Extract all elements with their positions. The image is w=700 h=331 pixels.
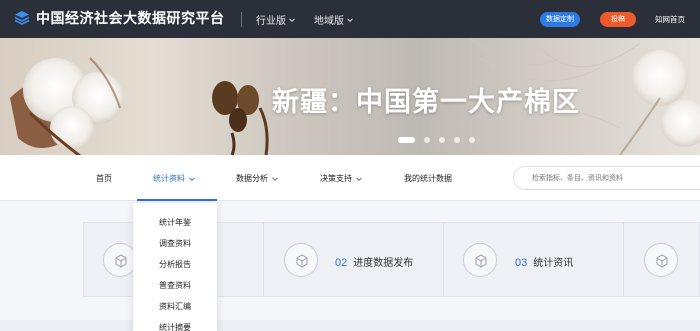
card-statistics-news[interactable]: 03 统计资讯: [515, 254, 573, 269]
dropdown-item-abstract[interactable]: 统计摘要: [133, 322, 217, 331]
header-divider: [241, 12, 242, 27]
cube-icon: [475, 254, 487, 268]
dropdown-item-report[interactable]: 分析报告: [133, 259, 217, 270]
active-nav-underline: [137, 199, 217, 201]
dropdown-item-census[interactable]: 普查资料: [133, 280, 217, 291]
cnki-home-link[interactable]: 知网首页: [655, 14, 685, 25]
nav-region-label: 地域版: [314, 16, 344, 27]
nav-data-analysis[interactable]: 数据分析: [236, 173, 278, 184]
nav-statistics[interactable]: 统计资料: [153, 173, 195, 184]
carousel-dot-3[interactable]: [439, 137, 445, 143]
nav-home-label: 首页: [96, 174, 112, 183]
card-icon-4: [644, 243, 678, 277]
card-divider: [443, 222, 444, 297]
site-title: 中国经济社会大数据研究平台: [36, 10, 225, 26]
top-bar: 中国经济社会大数据研究平台 行业版 地域版 数据定制 投稿 知网首页: [0, 0, 700, 38]
cube-icon: [656, 254, 668, 268]
layers-logo-icon: [14, 11, 30, 25]
dropdown-item-compilation[interactable]: 资料汇编: [133, 301, 217, 312]
carousel-dot-1[interactable]: [398, 137, 415, 143]
chevron-down-icon: [347, 17, 353, 22]
search-input[interactable]: [513, 166, 700, 190]
nav-region-edition[interactable]: 地域版: [314, 12, 353, 27]
data-custom-button[interactable]: 数据定制: [540, 12, 580, 27]
hero-banner[interactable]: 新疆：中国第一大产棉区: [0, 38, 700, 155]
card-divider: [263, 222, 264, 297]
dropdown-item-survey[interactable]: 调查资料: [133, 238, 217, 249]
card-progress-data[interactable]: 02 进度数据发布: [335, 254, 413, 269]
carousel-dot-4[interactable]: [454, 137, 460, 143]
carousel-indicators: [398, 137, 484, 143]
card-label: 进度数据发布: [353, 258, 414, 269]
carousel-dot-2[interactable]: [424, 137, 430, 143]
nav-industry-edition[interactable]: 行业版: [256, 12, 295, 27]
card-number: 03: [515, 257, 528, 269]
card-icon-1: [103, 243, 137, 277]
nav-data-analysis-label: 数据分析: [236, 174, 268, 183]
card-icon-2: [284, 243, 318, 277]
bottom-strip: [0, 320, 700, 331]
nav-decision-support-label: 决策支持: [320, 174, 352, 183]
card-icon-3: [463, 243, 497, 277]
site-logo[interactable]: 中国经济社会大数据研究平台: [14, 8, 225, 28]
nav-industry-label: 行业版: [256, 16, 286, 27]
banner-title: 新疆：中国第一大产棉区: [272, 87, 580, 117]
nav-my-statistics-label: 我的统计数据: [404, 174, 452, 183]
card-number: 02: [335, 257, 348, 269]
chevron-down-icon: [189, 176, 195, 181]
carousel-dot-5[interactable]: [469, 137, 475, 143]
nav-my-statistics[interactable]: 我的统计数据: [404, 173, 452, 184]
cube-icon: [296, 254, 308, 268]
submit-button[interactable]: 投稿: [600, 12, 636, 27]
statistics-dropdown-menu: 统计年鉴 调查资料 分析报告 普查资料 资料汇编 统计摘要: [133, 203, 217, 331]
nav-statistics-label: 统计资料: [153, 174, 185, 183]
dropdown-item-yearbook[interactable]: 统计年鉴: [133, 217, 217, 228]
card-label: 统计资讯: [533, 258, 574, 269]
nav-home[interactable]: 首页: [96, 173, 112, 184]
nav-decision-support[interactable]: 决策支持: [320, 173, 362, 184]
card-divider: [623, 222, 624, 297]
chevron-down-icon: [272, 176, 278, 181]
chevron-down-icon: [356, 176, 362, 181]
chevron-down-icon: [289, 17, 295, 22]
